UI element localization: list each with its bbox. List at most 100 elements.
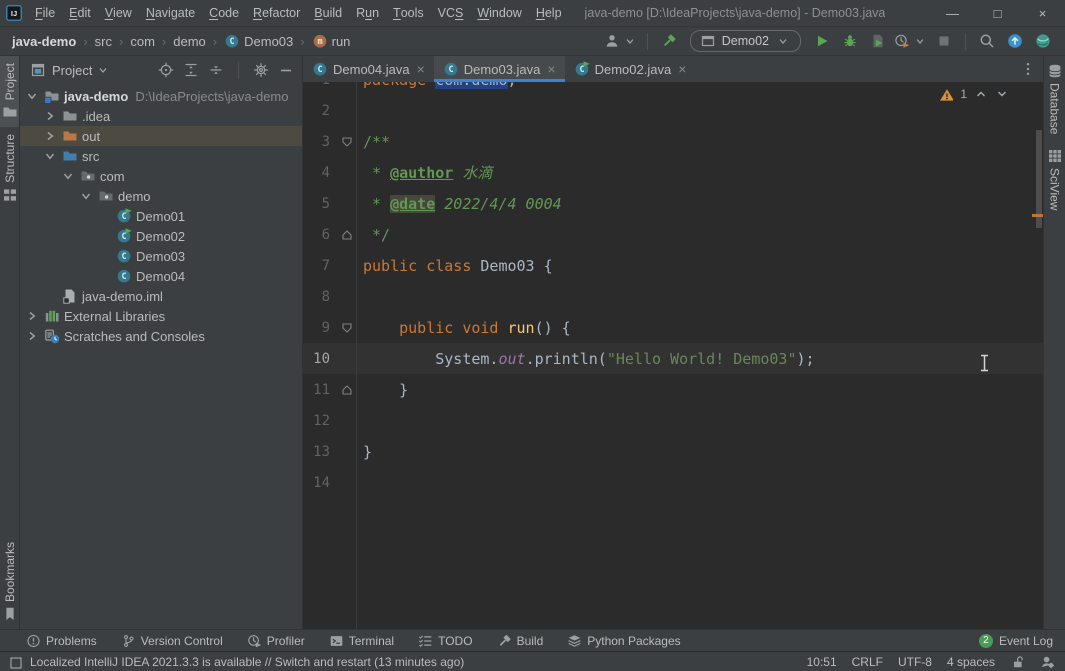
tree-item-demo02[interactable]: C Demo02: [20, 226, 302, 246]
run-config-combo[interactable]: Demo02: [689, 30, 801, 52]
code-line-10[interactable]: 10 System.out.println("Hello World! Demo…: [303, 343, 1043, 374]
expand-all-button[interactable]: [183, 62, 199, 78]
status-clock[interactable]: 10:51: [807, 655, 837, 669]
code-line-1[interactable]: 1package com.demo;: [303, 82, 1043, 95]
stripe-button-project[interactable]: Project: [0, 56, 19, 128]
gutter-line-number[interactable]: 7: [303, 258, 330, 274]
gutter-line-number[interactable]: 4: [303, 165, 330, 181]
unlock-icon[interactable]: [1010, 654, 1025, 669]
tool-build[interactable]: Build: [497, 633, 543, 648]
fold-marker-icon[interactable]: [341, 384, 353, 396]
code-line-14[interactable]: 14: [303, 467, 1043, 498]
tree-item-java-demo-iml[interactable]: java-demo.iml: [20, 286, 302, 306]
breadcrumb-demo03[interactable]: C Demo03: [224, 33, 293, 49]
menu-tools[interactable]: Tools: [386, 0, 431, 26]
error-stripe-mark[interactable]: [1032, 214, 1043, 217]
build-project-button[interactable]: [657, 30, 681, 52]
update-available-button[interactable]: [1003, 30, 1027, 52]
maximize-button[interactable]: □: [975, 0, 1020, 26]
tree-item-external-libraries[interactable]: External Libraries: [20, 306, 302, 326]
breadcrumb-src[interactable]: src: [95, 34, 112, 49]
tool-version-control[interactable]: Version Control: [121, 633, 223, 648]
stripe-button-structure[interactable]: Structure: [0, 127, 19, 210]
gutter-line-number[interactable]: 11: [303, 382, 330, 398]
status-encoding[interactable]: UTF-8: [898, 655, 932, 669]
code-line-4[interactable]: 4 * @author 水滴: [303, 157, 1043, 188]
tree-item-demo01[interactable]: C Demo01: [20, 206, 302, 226]
status-line-separator[interactable]: CRLF: [852, 655, 883, 669]
collapse-all-button[interactable]: [208, 62, 224, 78]
code-line-6[interactable]: 6 */: [303, 219, 1043, 250]
tab-options-button[interactable]: [1020, 56, 1043, 82]
menu-help[interactable]: Help: [529, 0, 569, 26]
tree-item-com[interactable]: com: [20, 166, 302, 186]
hide-panel-button[interactable]: [278, 62, 294, 78]
minimize-button[interactable]: —: [930, 0, 975, 26]
tree-item-scratches-and-consoles[interactable]: Scratches and Consoles: [20, 326, 302, 346]
breadcrumb-java-demo[interactable]: java-demo: [12, 34, 76, 49]
close-button[interactable]: ×: [1020, 0, 1065, 26]
stop-button[interactable]: [932, 30, 956, 52]
status-indent-config[interactable]: 4 spaces: [947, 655, 995, 669]
debug-button[interactable]: [838, 30, 862, 52]
tree-item-out[interactable]: out: [20, 126, 302, 146]
gutter-line-number[interactable]: 2: [303, 103, 330, 119]
code-line-2[interactable]: 2: [303, 95, 1043, 126]
stripe-button-database[interactable]: Database: [1044, 56, 1065, 141]
user-dropdown[interactable]: [604, 30, 638, 52]
chevron-down-icon[interactable]: [98, 65, 108, 75]
menu-view[interactable]: View: [98, 0, 139, 26]
select-opened-file-button[interactable]: [158, 62, 174, 78]
fold-marker-icon[interactable]: [341, 136, 353, 148]
project-panel-title[interactable]: Project: [52, 63, 92, 78]
menu-edit[interactable]: Edit: [62, 0, 98, 26]
menu-build[interactable]: Build: [307, 0, 349, 26]
code-line-11[interactable]: 11 }: [303, 374, 1043, 405]
highlighting-level-icon[interactable]: [1040, 654, 1055, 669]
gutter-line-number[interactable]: 8: [303, 289, 330, 305]
menu-navigate[interactable]: Navigate: [139, 0, 202, 26]
code-editor[interactable]: 1package com.demo; 2 3/**4 * @author 水滴5 *…: [303, 82, 1043, 629]
menu-refactor[interactable]: Refactor: [246, 0, 307, 26]
settings-button[interactable]: [253, 62, 269, 78]
menu-vcs[interactable]: VC S: [431, 0, 471, 26]
breadcrumb-com[interactable]: com: [130, 34, 155, 49]
inspections-widget[interactable]: 1: [939, 87, 1009, 101]
breadcrumb-run[interactable]: m run: [312, 33, 350, 49]
code-line-13[interactable]: 13}: [303, 436, 1043, 467]
menu-window[interactable]: Window: [470, 0, 528, 26]
tab-demo03-java[interactable]: C Demo03.java ×: [433, 56, 565, 82]
gutter-line-number[interactable]: 6: [303, 227, 330, 243]
tab-close-icon[interactable]: ×: [678, 62, 686, 76]
menu-file[interactable]: File: [28, 0, 62, 26]
tree-item-demo04[interactable]: C Demo04: [20, 266, 302, 286]
code-line-9[interactable]: 9 public void run() {: [303, 312, 1043, 343]
code-line-3[interactable]: 3/**: [303, 126, 1043, 157]
tree-item-java-demo[interactable]: java-demo D:\IdeaProjects\java-demo: [20, 86, 302, 106]
menu-code[interactable]: Code: [202, 0, 246, 26]
tab-demo04-java[interactable]: C Demo04.java ×: [303, 56, 434, 82]
gutter-line-number[interactable]: 9: [303, 320, 330, 336]
search-everywhere-button[interactable]: [975, 30, 999, 52]
gutter-line-number[interactable]: 12: [303, 413, 330, 429]
tab-close-icon[interactable]: ×: [547, 62, 555, 76]
tab-close-icon[interactable]: ×: [417, 62, 425, 76]
learn-features-button[interactable]: [1031, 30, 1055, 52]
gutter-line-number[interactable]: 14: [303, 475, 330, 491]
gutter-line-number[interactable]: 13: [303, 444, 330, 460]
run-button[interactable]: [810, 30, 834, 52]
gutter-line-number[interactable]: 5: [303, 196, 330, 212]
tree-item-idea[interactable]: .idea: [20, 106, 302, 126]
gutter-line-number[interactable]: 1: [303, 82, 330, 88]
next-warning-icon[interactable]: [995, 87, 1009, 101]
gutter-line-number[interactable]: 10: [303, 351, 330, 367]
tree-item-demo[interactable]: demo: [20, 186, 302, 206]
status-message[interactable]: Localized IntelliJ IDEA 2021.3.3 is avai…: [30, 655, 464, 669]
breadcrumb-demo[interactable]: demo: [173, 34, 206, 49]
profiler-button[interactable]: [894, 30, 928, 52]
menu-run[interactable]: Run: [349, 0, 386, 26]
tool-todo[interactable]: TODO: [418, 633, 473, 648]
gutter-line-number[interactable]: 3: [303, 134, 330, 150]
tool-python-packages[interactable]: Python Packages: [567, 633, 681, 648]
stripe-button-sciview[interactable]: SciView: [1044, 141, 1065, 217]
